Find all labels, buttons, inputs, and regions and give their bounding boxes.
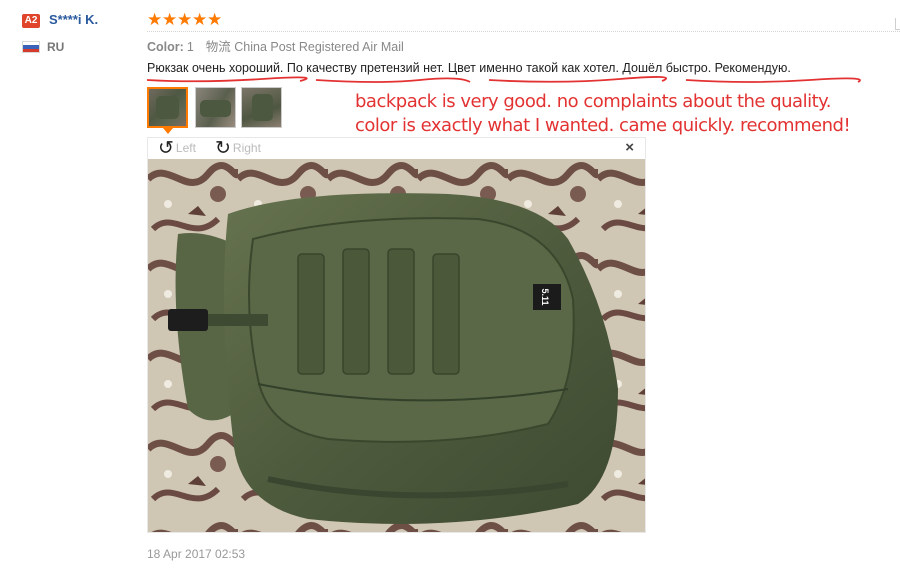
review-thumbnail-1[interactable] — [147, 87, 188, 128]
separator — [147, 31, 900, 32]
review-thumbnail-2[interactable] — [195, 87, 236, 128]
review-thumbnail-3[interactable] — [241, 87, 282, 128]
color-label: Color: — [147, 40, 184, 54]
russia-flag-icon — [22, 41, 40, 53]
viewer-toolbar: ↺ Left ↻ Right × — [148, 138, 645, 159]
review-date: 18 Apr 2017 02:53 — [147, 547, 246, 561]
color-value: 1 — [186, 40, 194, 54]
star-icon: ★ — [207, 10, 223, 29]
underline-1 — [146, 76, 308, 83]
review-text: Рюкзак очень хороший. По качеству претен… — [147, 61, 791, 75]
user-country: RU — [47, 40, 65, 54]
star-icon: ★ — [177, 10, 193, 29]
close-icon[interactable]: × — [625, 139, 634, 156]
star-icon: ★ — [192, 10, 208, 29]
brand-patch-text: 5.11 — [540, 288, 550, 305]
star-icon: ★ — [147, 10, 163, 29]
rotate-left-button[interactable]: ↺ Left — [158, 138, 196, 159]
rotate-right-label: Right — [232, 141, 261, 155]
underline-4 — [685, 77, 861, 83]
shipping-method: 物流 China Post Registered Air Mail — [205, 40, 404, 54]
review-photo: 5.11 — [148, 159, 645, 532]
annotation-line-2: color is exactly what I wanted. came qui… — [355, 115, 851, 136]
rotate-right-button[interactable]: ↻ Right — [215, 138, 261, 159]
annotation-line-1: backpack is very good. no complaints abo… — [355, 91, 831, 112]
translation-annotation: backpack is very good. no complaints abo… — [355, 90, 851, 138]
user-name[interactable]: S****i K. — [49, 12, 98, 27]
level-badge: A2 — [22, 14, 40, 28]
rotate-left-label: Left — [175, 141, 196, 155]
order-meta: Color: 1 物流 China Post Registered Air Mail — [147, 36, 404, 55]
underline-3 — [488, 76, 668, 83]
corner-divider — [895, 18, 900, 30]
image-viewer: ↺ Left ↻ Right × 5.11 — [147, 137, 646, 533]
backpack-photo-illustration: 5.11 — [148, 159, 645, 532]
star-rating: ★★★★★ — [147, 11, 222, 29]
rotate-right-icon: ↻ — [215, 138, 231, 160]
underline-2 — [315, 77, 471, 83]
star-icon: ★ — [162, 10, 178, 29]
active-thumbnail-indicator — [163, 128, 173, 134]
rotate-left-icon: ↺ — [158, 138, 174, 160]
